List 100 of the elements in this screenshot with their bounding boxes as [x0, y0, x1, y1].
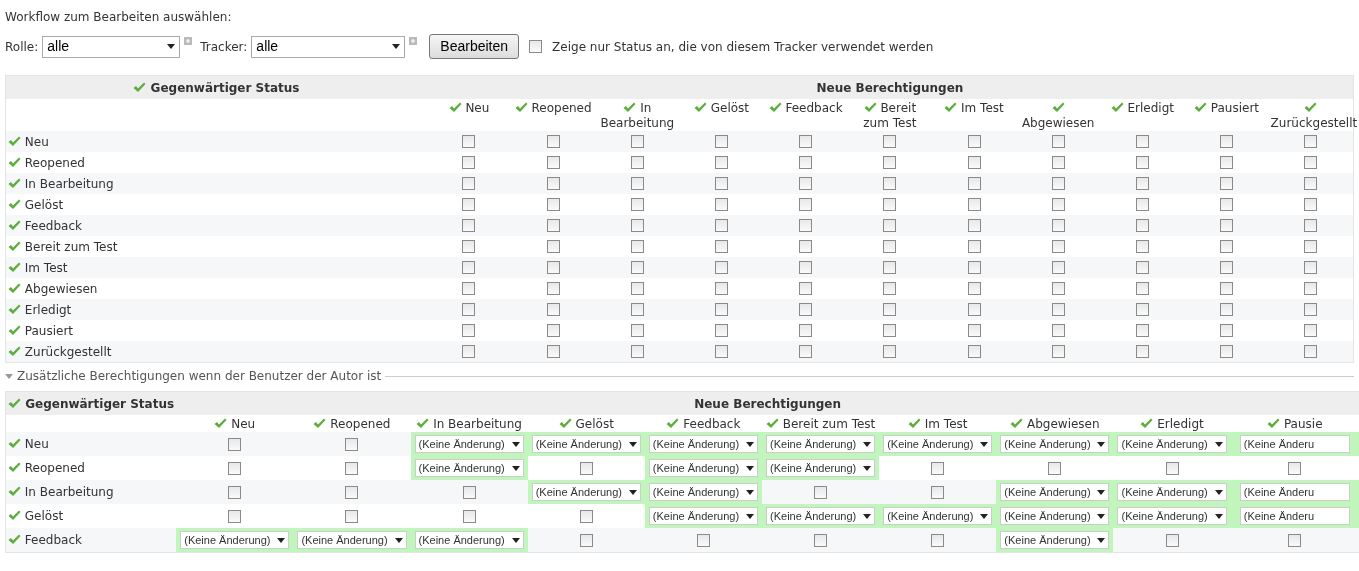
checkbox[interactable]: [715, 324, 728, 337]
checkbox[interactable]: [967, 303, 981, 316]
checkbox[interactable]: [1304, 177, 1318, 190]
checkbox[interactable]: [1304, 156, 1318, 169]
checkbox[interactable]: [546, 324, 560, 337]
checkbox[interactable]: [345, 461, 359, 475]
checkbox[interactable]: [1220, 198, 1233, 211]
checkbox[interactable]: [546, 219, 560, 232]
checkbox[interactable]: [967, 135, 981, 148]
status-select[interactable]: (Keine Änderung): [648, 435, 758, 453]
checkbox[interactable]: [799, 198, 813, 211]
checkbox[interactable]: [883, 219, 897, 232]
checkbox[interactable]: [1220, 156, 1233, 169]
status-select[interactable]: (Keine Änderung): [1000, 435, 1110, 453]
checkbox[interactable]: [799, 177, 813, 190]
checkbox[interactable]: [1288, 533, 1302, 547]
status-select[interactable]: (Keine Änderung): [1000, 507, 1110, 525]
checkbox[interactable]: [579, 461, 593, 475]
status-select[interactable]: (Keine Änderung): [1117, 507, 1227, 525]
checkbox[interactable]: [630, 303, 644, 316]
checkbox[interactable]: [1220, 219, 1233, 232]
checkbox[interactable]: [1051, 345, 1065, 358]
checkbox[interactable]: [715, 261, 728, 274]
checkbox[interactable]: [630, 198, 644, 211]
status-select[interactable]: (Keine Änderung): [648, 507, 758, 525]
checkbox[interactable]: [345, 437, 359, 451]
checkbox[interactable]: [883, 324, 897, 337]
checkbox[interactable]: [546, 177, 560, 190]
status-select[interactable]: (Keine Änderu: [1239, 507, 1350, 525]
checkbox[interactable]: [883, 303, 897, 316]
status-select[interactable]: (Keine Änderung): [414, 435, 524, 453]
status-select[interactable]: (Keine Änderu: [1239, 483, 1350, 501]
checkbox[interactable]: [1135, 282, 1149, 295]
checkbox[interactable]: [883, 177, 897, 190]
checkbox[interactable]: [546, 345, 560, 358]
status-select[interactable]: (Keine Änderu: [1239, 435, 1350, 453]
checkbox[interactable]: [799, 345, 813, 358]
checkbox[interactable]: [967, 345, 981, 358]
checkbox[interactable]: [1051, 240, 1065, 253]
checkbox[interactable]: [967, 177, 981, 190]
checkbox[interactable]: [345, 485, 359, 499]
checkbox[interactable]: [1304, 345, 1318, 358]
checkbox[interactable]: [715, 282, 728, 295]
checkbox[interactable]: [546, 198, 560, 211]
expand-icon[interactable]: [184, 37, 193, 45]
checkbox[interactable]: [967, 219, 981, 232]
status-select[interactable]: (Keine Änderung): [297, 531, 407, 549]
status-select[interactable]: (Keine Änderung): [1000, 531, 1110, 549]
checkbox[interactable]: [1165, 533, 1179, 547]
collapse-icon[interactable]: [5, 372, 13, 380]
checkbox[interactable]: [462, 198, 476, 211]
status-select[interactable]: (Keine Änderung): [531, 483, 641, 501]
checkbox[interactable]: [1051, 198, 1065, 211]
checkbox[interactable]: [1220, 135, 1233, 148]
checkbox[interactable]: [1135, 240, 1149, 253]
checkbox[interactable]: [1051, 177, 1065, 190]
checkbox[interactable]: [462, 509, 476, 523]
checkbox[interactable]: [546, 282, 560, 295]
checkbox[interactable]: [931, 461, 945, 475]
edit-button[interactable]: Bearbeiten: [429, 34, 520, 59]
status-select[interactable]: (Keine Änderung): [1117, 435, 1227, 453]
checkbox[interactable]: [1135, 156, 1149, 169]
checkbox[interactable]: [630, 345, 644, 358]
checkbox[interactable]: [1220, 345, 1233, 358]
status-select[interactable]: (Keine Änderung): [1000, 483, 1110, 501]
checkbox[interactable]: [1135, 261, 1149, 274]
checkbox[interactable]: [799, 135, 813, 148]
checkbox[interactable]: [462, 324, 476, 337]
checkbox[interactable]: [715, 240, 728, 253]
expand-icon[interactable]: [409, 37, 418, 45]
checkbox[interactable]: [1135, 303, 1149, 316]
checkbox[interactable]: [1051, 135, 1065, 148]
checkbox[interactable]: [1135, 135, 1149, 148]
checkbox[interactable]: [228, 437, 242, 451]
checkbox[interactable]: [883, 156, 897, 169]
checkbox[interactable]: [1304, 261, 1318, 274]
checkbox[interactable]: [546, 261, 560, 274]
checkbox[interactable]: [1304, 303, 1318, 316]
checkbox[interactable]: [715, 219, 728, 232]
checkbox[interactable]: [1135, 177, 1149, 190]
checkbox[interactable]: [799, 156, 813, 169]
status-select[interactable]: (Keine Änderung): [766, 459, 876, 477]
checkbox[interactable]: [345, 509, 359, 523]
checkbox[interactable]: [630, 240, 644, 253]
checkbox[interactable]: [1051, 324, 1065, 337]
checkbox[interactable]: [462, 345, 476, 358]
checkbox[interactable]: [967, 240, 981, 253]
checkbox[interactable]: [1165, 461, 1179, 475]
checkbox[interactable]: [715, 135, 728, 148]
checkbox[interactable]: [228, 509, 242, 523]
checkbox[interactable]: [228, 461, 242, 475]
status-select[interactable]: (Keine Änderung): [883, 435, 993, 453]
checkbox[interactable]: [883, 240, 897, 253]
checkbox[interactable]: [630, 177, 644, 190]
checkbox[interactable]: [1051, 303, 1065, 316]
checkbox[interactable]: [799, 282, 813, 295]
status-select[interactable]: (Keine Änderung): [648, 483, 758, 501]
checkbox[interactable]: [1304, 282, 1318, 295]
checkbox[interactable]: [1304, 324, 1318, 337]
checkbox[interactable]: [462, 485, 476, 499]
